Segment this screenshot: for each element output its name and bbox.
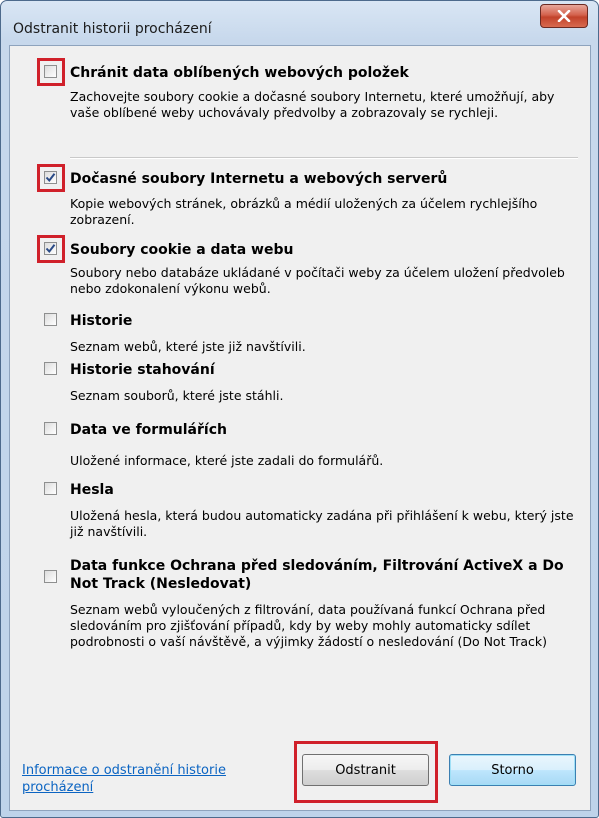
checkbox-downloads[interactable] (44, 362, 57, 375)
option-label: Hesla (70, 482, 114, 498)
dialog-content: Chránit data oblíbených webových položek… (9, 45, 591, 811)
separator (70, 157, 578, 159)
option-label: Chránit data oblíbených webových položek (70, 65, 409, 81)
checkbox-frame (40, 478, 62, 500)
checkbox-cookies[interactable] (44, 242, 57, 255)
option-description: Seznam souborů, které jste stáhli. (70, 388, 284, 403)
close-x-icon (557, 10, 571, 22)
option-label: Dočasné soubory Internetu a webových ser… (70, 171, 448, 187)
dialog-window: Odstranit historii procházení Chránit da… (0, 0, 599, 818)
checkmark-icon (45, 173, 56, 183)
option-label: Historie stahování (70, 362, 215, 378)
option-description: Zachovejte soubory cookie a dočasné soub… (70, 89, 555, 120)
option-label: Data funkce Ochrana před sledováním, Fil… (70, 558, 564, 592)
checkbox-frame (40, 418, 62, 440)
option-description: Kopie webových stránek, obrázků a médií … (70, 196, 538, 227)
checkbox-history[interactable] (44, 313, 57, 326)
title-bar[interactable]: Odstranit historii procházení (1, 1, 598, 45)
checkbox-highlight-marker (37, 235, 65, 263)
delete-button[interactable]: Odstranit (302, 754, 429, 786)
option-label: Soubory cookie a data webu (70, 242, 294, 258)
checkbox-frame (40, 358, 62, 380)
cancel-button[interactable]: Storno (449, 754, 576, 786)
option-description: Uložená hesla, která budou automaticky z… (70, 508, 574, 539)
checkbox-highlight-marker (37, 164, 65, 192)
option-label: Historie (70, 313, 133, 329)
close-button[interactable] (540, 4, 588, 28)
checkbox-forms[interactable] (44, 422, 57, 435)
checkbox-temp-files[interactable] (44, 171, 57, 184)
option-description: Soubory nebo databáze ukládané v počítač… (70, 265, 565, 296)
checkbox-frame (40, 309, 62, 331)
option-description: Seznam webů, které jste již navštívili. (70, 339, 306, 354)
checkbox-passwords[interactable] (44, 482, 57, 495)
checkmark-icon (45, 244, 56, 254)
info-link[interactable]: Informace o odstranění historie procháze… (22, 762, 272, 796)
window-title: Odstranit historii procházení (13, 21, 212, 37)
checkbox-frame (40, 566, 62, 588)
checkbox-tracking[interactable] (44, 570, 57, 583)
checkbox-highlight-marker (37, 58, 65, 86)
option-description: Uložené informace, které jste zadali do … (70, 453, 384, 468)
option-label: Data ve formulářích (70, 422, 227, 438)
option-description: Seznam webů vyloučených z filtrování, da… (70, 602, 548, 649)
checkbox-favorites[interactable] (44, 65, 57, 78)
